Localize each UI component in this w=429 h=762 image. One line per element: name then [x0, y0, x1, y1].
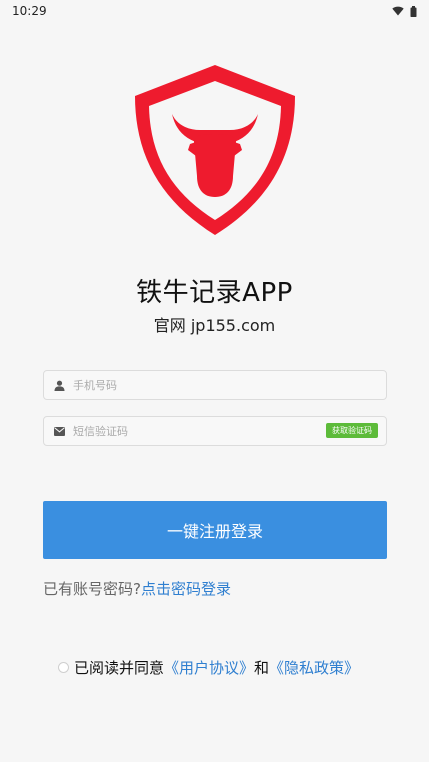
app-title: 铁牛记录APP: [136, 278, 293, 308]
privacy-policy-link[interactable]: 《隐私政策》: [269, 657, 359, 678]
password-login-link[interactable]: 点击密码登录: [141, 580, 231, 598]
one-click-register-login-button[interactable]: 一键注册登录: [43, 501, 387, 559]
shield-bull-logo: [135, 65, 295, 235]
password-login-prompt: 已有账号密码?: [43, 580, 141, 598]
sms-code-field[interactable]: 获取验证码: [43, 416, 387, 446]
app-website: 官网 jp155.com: [153, 316, 276, 335]
agreement-checkbox[interactable]: [58, 662, 69, 673]
status-time: 10:29: [12, 4, 47, 18]
agreement-and: 和: [254, 659, 270, 677]
login-screen: 10:29 铁牛记录APP 官网 jp155.com 手机号码 短信验证码 获取…: [0, 0, 429, 762]
sms-code-input[interactable]: [73, 419, 303, 443]
person-icon: [53, 379, 66, 392]
wifi-icon: [392, 6, 404, 16]
phone-input[interactable]: [73, 373, 303, 397]
battery-icon: [410, 5, 417, 17]
status-icons: [392, 5, 417, 17]
agreement-prefix: 已阅读并同意: [74, 659, 165, 677]
status-bar: 10:29: [0, 0, 429, 22]
phone-field[interactable]: [43, 370, 387, 400]
envelope-icon: [53, 425, 66, 438]
user-agreement-link[interactable]: 《用户协议》: [164, 657, 254, 678]
get-code-button[interactable]: 获取验证码: [326, 423, 378, 438]
password-login-line: 已有账号密码?点击密码登录: [43, 578, 231, 599]
agreement-line: 已阅读并同意 《用户协议》 和 《隐私政策》: [58, 657, 359, 678]
